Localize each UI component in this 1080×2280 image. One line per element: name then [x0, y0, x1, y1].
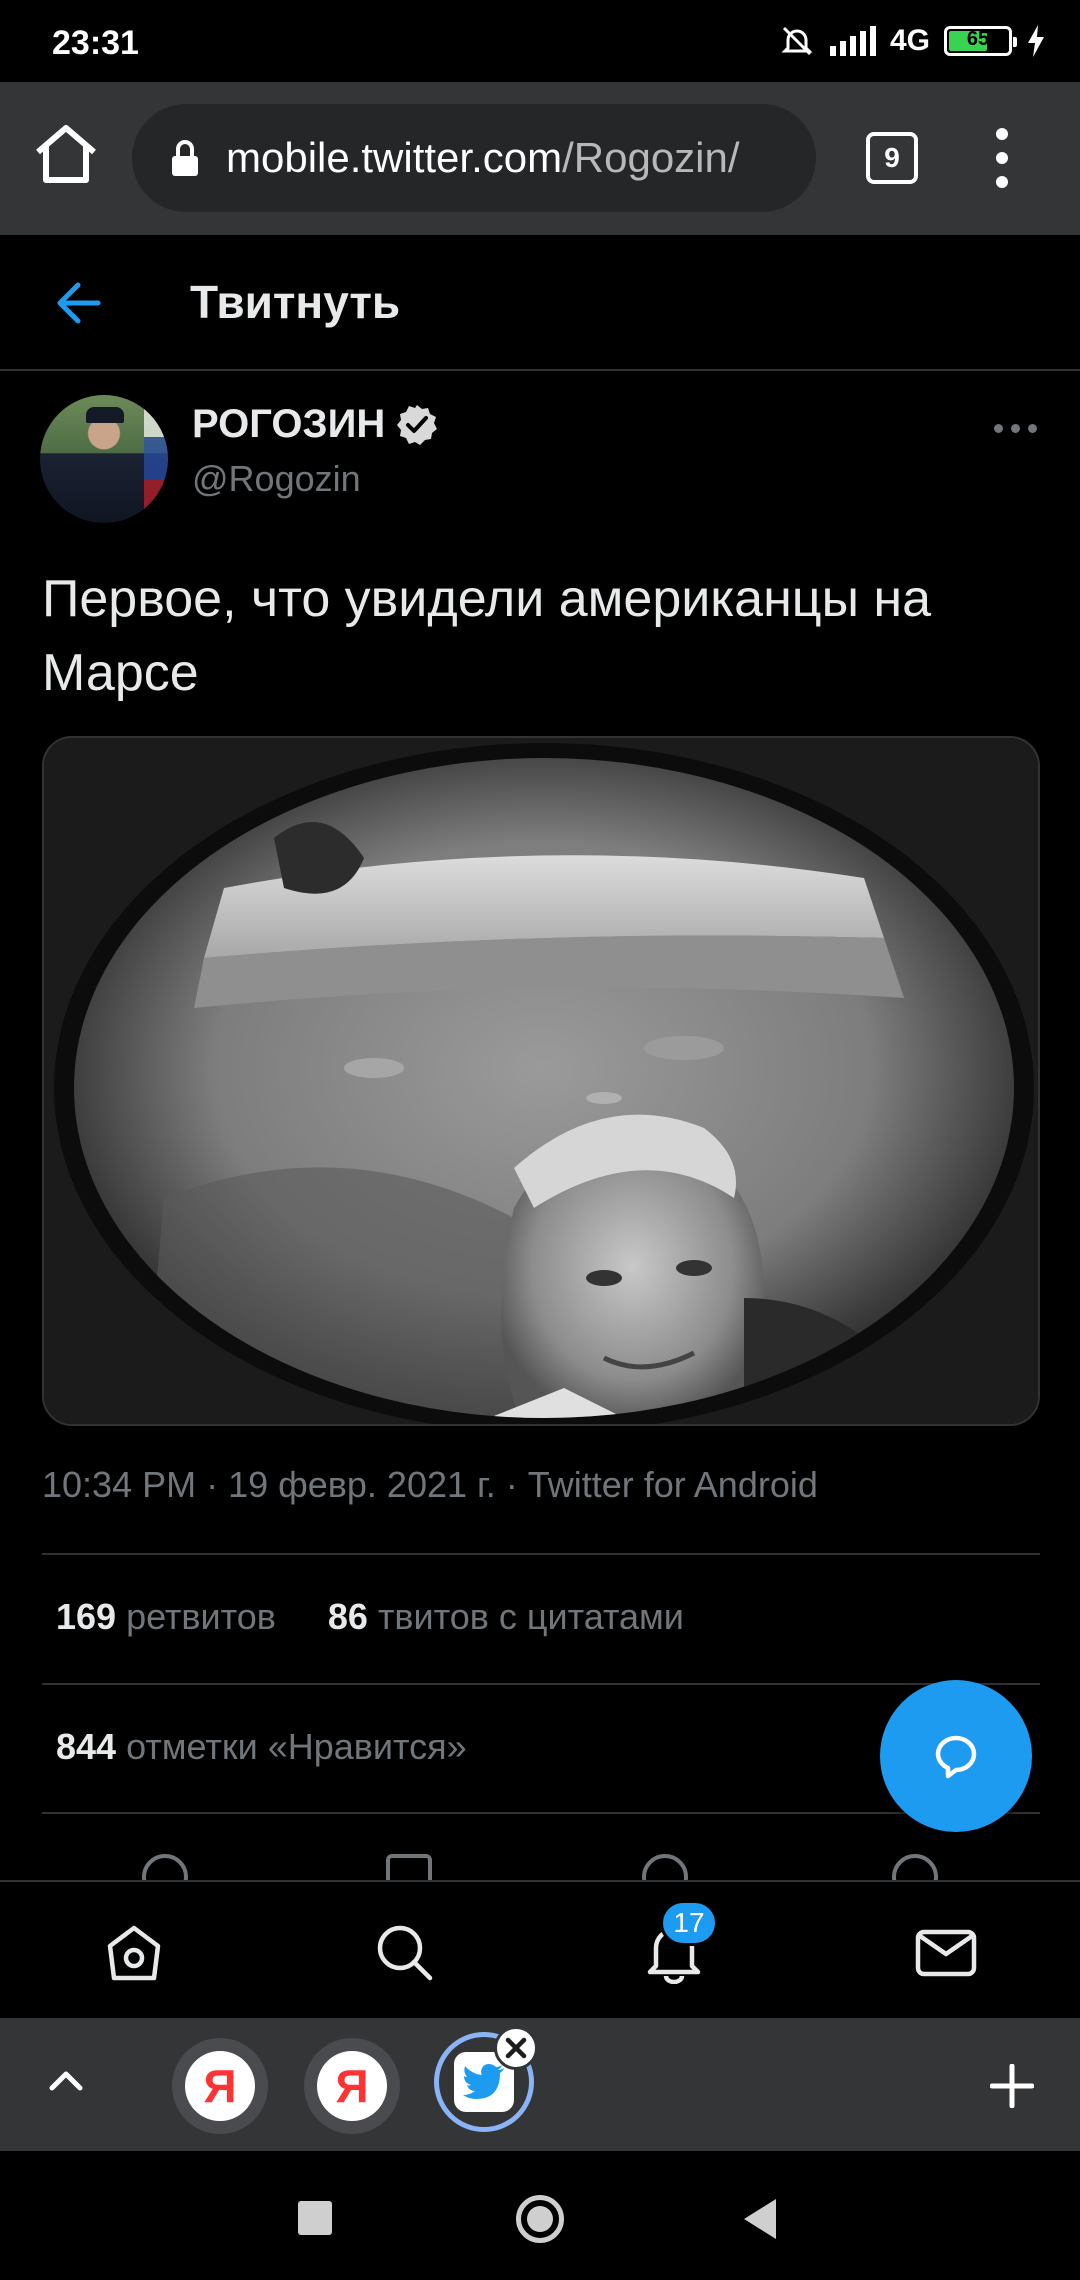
likes-stats: 844 отметки «Нравится»	[56, 1726, 467, 1768]
more-options-icon[interactable]	[990, 128, 1014, 188]
notifications-badge: 17	[660, 1900, 718, 1946]
home-button[interactable]	[516, 2195, 564, 2243]
tweet-timestamp: 10:34 PM · 19 февр. 2021 г. · Twitter fo…	[42, 1464, 818, 1505]
verified-badge-icon	[397, 404, 438, 445]
system-navigation-bar	[0, 2151, 1080, 2280]
tab-yandex-2[interactable]: Я	[304, 2038, 400, 2134]
author-name[interactable]: РОГОЗИН	[192, 402, 439, 447]
like-icon[interactable]	[642, 1854, 688, 1880]
status-icons: 4G 65	[778, 24, 1046, 58]
address-bar[interactable]: mobile.twitter.com/Rogozin/	[132, 104, 816, 212]
url-text: mobile.twitter.com/Rogozin/	[226, 134, 740, 181]
status-time: 23:31	[52, 24, 139, 62]
photo-image	[44, 738, 1038, 1424]
likes-stat[interactable]: 844 отметки «Нравится»	[56, 1726, 467, 1768]
tweet-more-icon[interactable]	[994, 424, 1037, 433]
tweet-photo[interactable]	[42, 736, 1040, 1426]
browser-tab-strip: Я Я	[0, 2018, 1080, 2151]
charging-icon	[1028, 25, 1044, 57]
avatar[interactable]	[40, 395, 168, 523]
status-bar: 23:31 4G 65	[0, 0, 1080, 82]
back-arrow-icon[interactable]	[52, 279, 104, 327]
signal-icon	[829, 26, 876, 56]
tweet-actions	[0, 1850, 1080, 1880]
bottom-navigation	[0, 1880, 1080, 2018]
divider	[42, 1683, 1040, 1685]
tweet-text: Первое, что увидели американцы на Марсе	[42, 570, 932, 702]
yandex-logo: Я	[185, 2051, 255, 2121]
page-title: Твитнуть	[190, 276, 401, 328]
share-icon[interactable]	[892, 1854, 938, 1880]
browser-toolbar: mobile.twitter.com/Rogozin/ 9	[0, 82, 1080, 235]
retweets-stat[interactable]: 169 ретвитов	[56, 1596, 276, 1638]
tab-switcher-button[interactable]: 9	[866, 132, 918, 184]
engagement-stats: 169 ретвитов 86 твитов с цитатами	[56, 1596, 684, 1638]
compose-reply-button[interactable]	[880, 1680, 1032, 1832]
reply-bubble-icon	[935, 1735, 977, 1779]
new-tab-plus-icon[interactable]	[990, 2064, 1034, 2108]
back-button[interactable]	[744, 2199, 776, 2239]
chevron-up-icon[interactable]	[48, 2062, 84, 2098]
recents-button[interactable]	[298, 2201, 332, 2235]
silent-alarm-icon	[781, 26, 813, 56]
messages-icon[interactable]	[914, 1920, 978, 1984]
tab-yandex-1[interactable]: Я	[172, 2038, 268, 2134]
home-icon[interactable]	[30, 118, 102, 190]
lock-icon	[172, 140, 198, 176]
yandex-logo: Я	[317, 2051, 387, 2121]
divider	[42, 1812, 1040, 1814]
home-icon[interactable]	[102, 1920, 166, 1984]
divider	[42, 1553, 1040, 1555]
battery-icon: 65	[944, 26, 1017, 56]
twitter-bird-icon	[463, 2064, 504, 2099]
author-handle[interactable]: @Rogozin	[192, 458, 361, 500]
close-tab-icon[interactable]	[494, 2026, 538, 2070]
battery-level: 65	[966, 28, 990, 50]
reply-icon[interactable]	[142, 1854, 188, 1880]
quotes-stat[interactable]: 86 твитов с цитатами	[328, 1596, 684, 1638]
page-header: Твитнуть	[0, 235, 1080, 371]
network-type: 4G	[889, 24, 930, 57]
retweet-icon[interactable]	[386, 1854, 432, 1880]
search-icon[interactable]	[372, 1920, 436, 1984]
